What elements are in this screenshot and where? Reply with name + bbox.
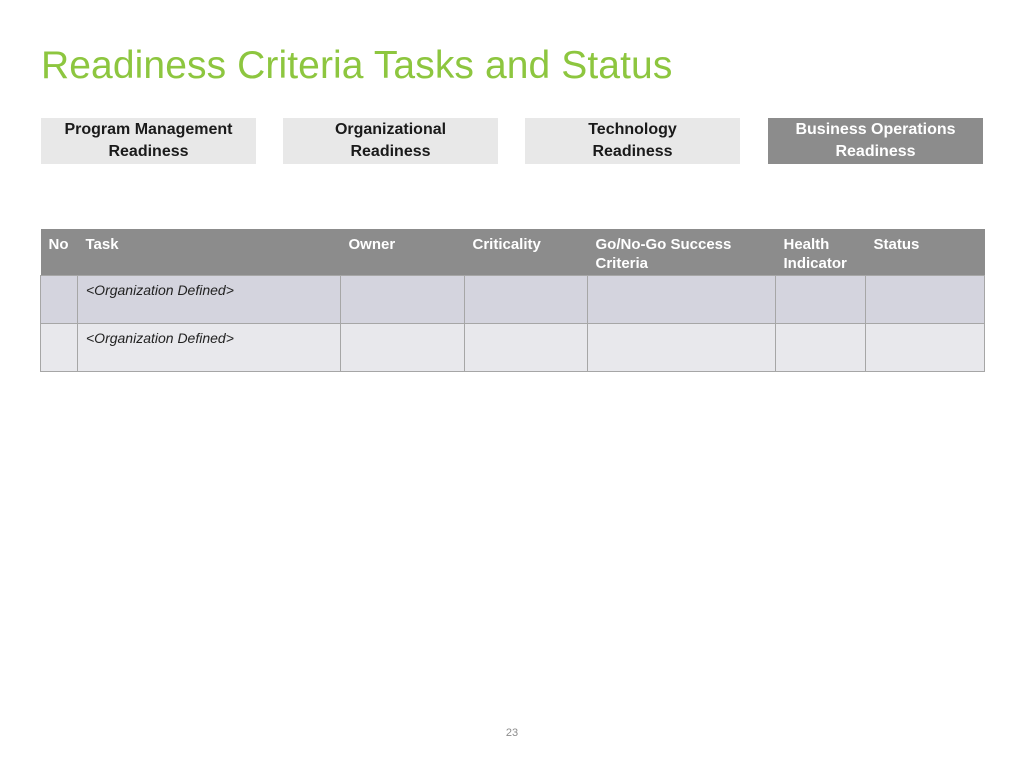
cell-health[interactable]: [775, 322, 866, 372]
column-header-owner: Owner: [340, 229, 465, 275]
page-title: Readiness Criteria Tasks and Status: [41, 44, 673, 87]
cell-task[interactable]: <Organization Defined>: [77, 322, 341, 372]
tab-label-line2: Readiness: [108, 143, 189, 160]
tab-label-line1: Organizational: [334, 121, 447, 138]
cell-criteria[interactable]: [587, 274, 776, 324]
table-row: <Organization Defined>: [40, 322, 985, 372]
tab-label-line1: Business Operations: [795, 121, 956, 138]
cell-task[interactable]: <Organization Defined>: [77, 274, 341, 324]
tab-label-line2: Readiness: [835, 143, 916, 160]
table-header-row: No Task Owner Criticality Go/No-Go Succe…: [40, 229, 985, 275]
tab-organizational-readiness[interactable]: Organizational Readiness: [283, 118, 498, 164]
cell-status[interactable]: [865, 322, 985, 372]
column-header-criteria: Go/No-Go Success Criteria: [587, 229, 776, 275]
cell-health[interactable]: [775, 274, 866, 324]
column-header-health: Health Indicator: [775, 229, 866, 275]
cell-criteria[interactable]: [587, 322, 776, 372]
cell-criticality[interactable]: [464, 274, 588, 324]
cell-no[interactable]: [40, 322, 78, 372]
tab-business-operations-readiness[interactable]: Business Operations Readiness: [768, 118, 983, 164]
cell-criticality[interactable]: [464, 322, 588, 372]
tab-label-line2: Readiness: [592, 143, 673, 160]
header-health-line2: Indicator: [783, 255, 847, 272]
cell-owner[interactable]: [340, 322, 465, 372]
column-header-criticality: Criticality: [464, 229, 588, 275]
column-header-no: No: [40, 229, 78, 275]
tab-label-line2: Readiness: [350, 143, 431, 160]
tab-label-line1: Technology: [588, 121, 677, 138]
cell-owner[interactable]: [340, 274, 465, 324]
column-header-task: Task: [77, 229, 341, 275]
readiness-tasks-table: No Task Owner Criticality Go/No-Go Succe…: [40, 229, 985, 372]
tab-program-management-readiness[interactable]: Program Management Readiness: [41, 118, 256, 164]
header-criteria-line1: Go/No-Go Success: [595, 236, 732, 253]
header-criteria-line2: Criteria: [595, 255, 649, 272]
tab-technology-readiness[interactable]: Technology Readiness: [525, 118, 740, 164]
page-number: 23: [505, 727, 519, 739]
table-row: <Organization Defined>: [40, 274, 985, 324]
column-header-status: Status: [865, 229, 985, 275]
cell-status[interactable]: [865, 274, 985, 324]
cell-no[interactable]: [40, 274, 78, 324]
header-health-line1: Health: [783, 236, 830, 253]
tab-label-line1: Program Management: [64, 121, 233, 138]
